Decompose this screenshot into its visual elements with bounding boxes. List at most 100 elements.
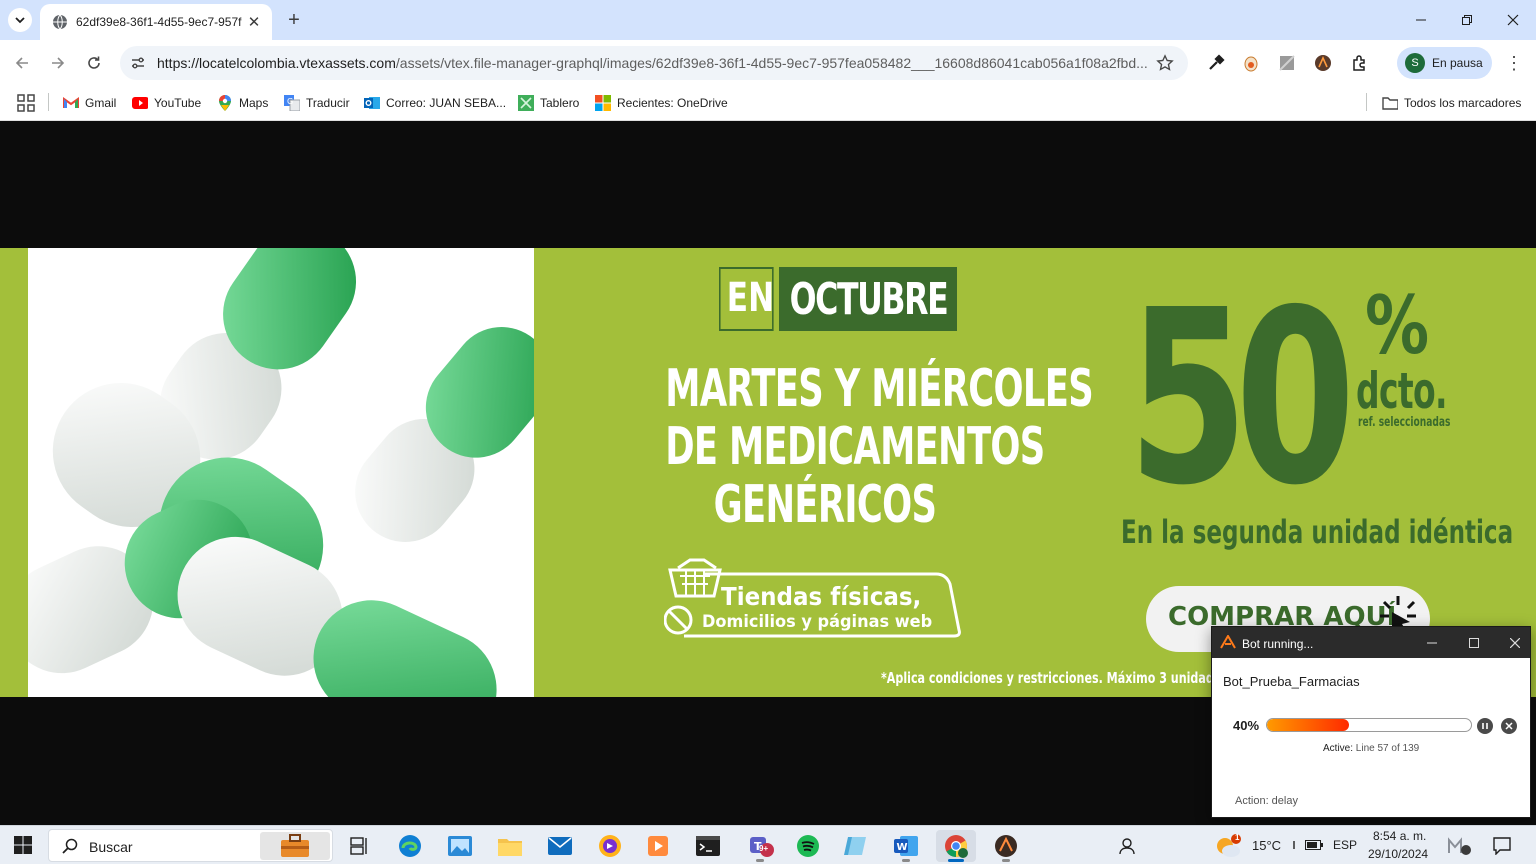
bookmark-outlook[interactable]: Correo: JUAN SEBA... (364, 93, 506, 113)
copilot-button[interactable] (1442, 830, 1476, 862)
taskbar-app-purple[interactable] (590, 830, 630, 862)
restore-button[interactable] (1444, 0, 1490, 40)
document-app-icon (844, 837, 866, 855)
maps-icon (217, 95, 233, 111)
task-view-icon (350, 837, 367, 855)
bookmark-maps[interactable]: Maps (217, 93, 268, 113)
mail-icon (548, 837, 572, 855)
battery-icon[interactable] (1305, 840, 1323, 850)
eyedropper-extension-icon[interactable] (1206, 53, 1226, 73)
taskbar-automation-app[interactable] (986, 830, 1026, 862)
reload-button[interactable] (82, 51, 106, 75)
windows-start-icon[interactable] (14, 836, 32, 854)
taskbar-file-explorer[interactable] (490, 830, 530, 862)
bookmark-gmail[interactable]: Gmail (63, 93, 116, 113)
url-path: /assets/vtex.file-manager-graphql/images… (395, 55, 1147, 71)
bookmark-translate[interactable]: G Traducir (284, 93, 350, 113)
browser-tab[interactable]: 62df39e8-36f1-4d55-9ec7-957f ✕ (40, 4, 272, 40)
forward-button[interactable] (46, 51, 70, 75)
discount-dcto: dcto. (1356, 362, 1448, 420)
second-unit-text: En la segunda unidad idéntica (1121, 513, 1514, 551)
extensions-puzzle-icon[interactable] (1350, 53, 1370, 73)
temperature-text[interactable]: 15°C (1252, 838, 1281, 853)
notification-icon (1493, 837, 1511, 855)
all-bookmarks-button[interactable]: Todos los marcadores (1382, 93, 1521, 113)
extension-orange-icon[interactable] (1241, 53, 1261, 73)
apps-grid-icon[interactable] (17, 94, 35, 112)
bot-maximize-button[interactable] (1464, 633, 1484, 653)
bot-progress-fill (1267, 719, 1349, 731)
bookmark-star-icon[interactable] (1156, 54, 1174, 72)
onedrive-icon (595, 95, 611, 111)
bookmark-label: Gmail (85, 96, 117, 110)
bot-stop-button[interactable] (1501, 718, 1517, 734)
bookmarks-divider (1366, 93, 1367, 111)
tab-search-button[interactable] (8, 8, 32, 32)
close-icon (1507, 14, 1519, 26)
weather-widget[interactable]: 1 (1212, 830, 1244, 862)
browser-menu-button[interactable]: ⋮ (1504, 52, 1524, 74)
windows-taskbar: Buscar T 9+ W 1 15°C ESP 8:54 a. m. 29/1… (0, 825, 1536, 864)
taskbar-people-button[interactable] (1106, 830, 1146, 862)
bookmark-onedrive[interactable]: Recientes: OneDrive (595, 93, 728, 113)
discount-ref: ref. seleccionadas (1358, 415, 1451, 430)
bot-action-text: Action: delay (1235, 795, 1298, 807)
taskbar-photos[interactable] (440, 830, 480, 862)
taskbar-teams[interactable]: T 9+ (740, 830, 780, 862)
notifications-button[interactable] (1484, 830, 1520, 862)
clock-date[interactable]: 29/10/2024 (1368, 847, 1428, 861)
main-copy-line: GENÉRICOS (713, 475, 937, 535)
taskbar-terminal[interactable] (688, 830, 728, 862)
extension-automation-icon[interactable] (1313, 53, 1333, 73)
task-view-button[interactable] (340, 830, 380, 862)
people-icon (1119, 838, 1135, 855)
bot-titlebar[interactable]: Bot running... (1212, 627, 1530, 658)
gmail-icon (63, 95, 79, 111)
bot-progress-label: 40% (1233, 718, 1260, 733)
taskbar-spotify[interactable] (788, 830, 828, 862)
bookmark-label: Recientes: OneDrive (617, 96, 728, 110)
input-language[interactable]: ESP (1333, 838, 1357, 852)
site-info-icon[interactable] (128, 53, 148, 73)
chrome-icon (945, 835, 968, 858)
address-bar[interactable]: https://locatelcolombia.vtexassets.com/a… (120, 46, 1188, 80)
bot-active-label: Active: (1323, 743, 1354, 754)
taskbar-chrome[interactable] (936, 830, 976, 862)
folder-icon (1382, 95, 1398, 111)
browser-toolbar: https://locatelcolombia.vtexassets.com/a… (0, 40, 1536, 86)
network-icon[interactable] (1292, 840, 1296, 850)
taskbar-search-box[interactable]: Buscar (48, 829, 333, 862)
clock-time[interactable]: 8:54 a. m. (1373, 829, 1426, 843)
terminal-icon (696, 836, 720, 856)
bot-minimize-button[interactable] (1422, 633, 1442, 653)
new-tab-button[interactable]: + (282, 8, 306, 32)
circular-app-icon (599, 835, 621, 857)
bot-pause-button[interactable] (1477, 718, 1493, 734)
extension-gray-icon[interactable] (1277, 53, 1297, 73)
word-icon: W (894, 836, 918, 856)
disclaimer-text: *Aplica condiciones y restricciones. Máx… (881, 669, 1264, 687)
taskbar-media-player[interactable] (638, 830, 678, 862)
pills-photo (28, 248, 534, 697)
svg-text:W: W (897, 842, 908, 853)
minimize-button[interactable] (1398, 0, 1444, 40)
outlook-icon (364, 95, 380, 111)
back-button[interactable] (10, 51, 34, 75)
url-text[interactable]: https://locatelcolombia.vtexassets.com/a… (157, 55, 1147, 71)
folder-icon (498, 839, 522, 856)
bookmark-youtube[interactable]: YouTube (132, 93, 201, 113)
tab-close-icon[interactable]: ✕ (244, 12, 264, 32)
taskbar-mail[interactable] (540, 830, 580, 862)
search-highlight-badge (260, 832, 330, 860)
profile-button[interactable]: S En pausa (1397, 47, 1492, 79)
bot-status-window: Bot running... Bot_Prueba_Farmacias 40% … (1211, 626, 1531, 818)
bot-close-button[interactable] (1505, 633, 1525, 653)
taskbar-app-docs[interactable] (836, 830, 876, 862)
bookmark-tablero[interactable]: Tablero (518, 93, 579, 113)
close-window-button[interactable] (1490, 0, 1536, 40)
tab-strip: 62df39e8-36f1-4d55-9ec7-957f ✕ + (0, 0, 1536, 40)
main-promo-copy: MARTES Y MIÉRCOLES DE MEDICAMENTOS GENÉR… (590, 360, 1093, 535)
taskbar-edge[interactable] (390, 830, 430, 862)
taskbar-word[interactable]: W (886, 830, 926, 862)
channels-badge: Tiendas físicas, Domicilios y páginas we… (664, 558, 964, 643)
